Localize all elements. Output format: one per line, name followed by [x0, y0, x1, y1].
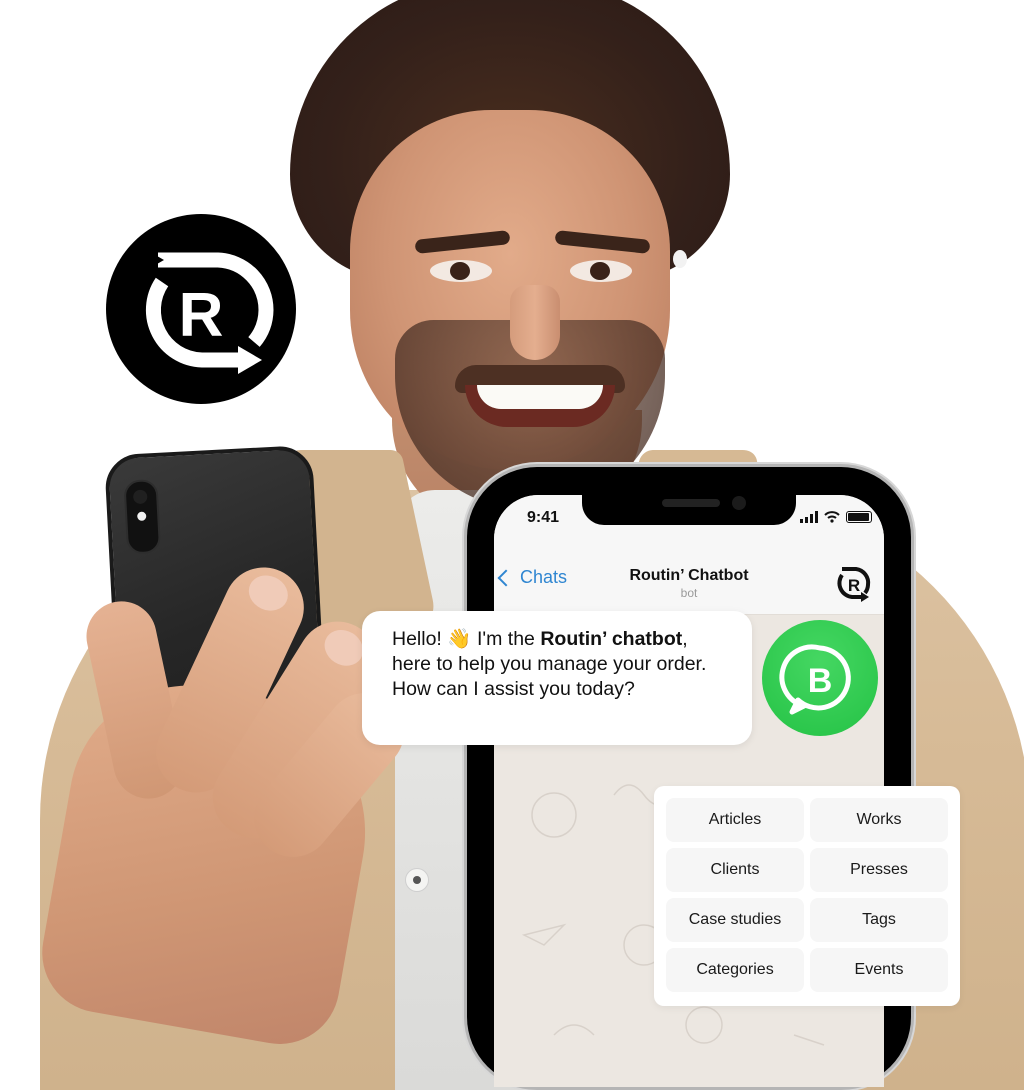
routin-logo-icon: R [106, 214, 296, 404]
front-camera [732, 496, 746, 510]
battery-icon [846, 511, 872, 523]
nose [510, 285, 560, 360]
routin-logo-icon[interactable]: R [832, 563, 874, 605]
status-bar: 9:41 [494, 495, 884, 545]
quick-reply-clients[interactable]: Clients [666, 848, 804, 892]
bot-message-bubble: Hello! 👋 I'm the Routin’ chatbot, here t… [362, 611, 752, 745]
quick-reply-categories[interactable]: Categories [666, 948, 804, 992]
message-line-3: How can I assist you today? [392, 678, 635, 700]
earbud [673, 250, 687, 268]
shirt-button [405, 868, 429, 892]
eyebrow-left [414, 230, 511, 254]
message-line-2: here to help you manage your order. [392, 653, 707, 675]
teeth [477, 385, 603, 409]
whatsapp-business-icon: B [762, 620, 878, 736]
chat-header: Chats Routin’ Chatbot bot R [494, 545, 884, 615]
status-time: 9:41 [527, 509, 560, 526]
waving-hand-icon: 👋 [447, 628, 472, 650]
message-greeting: Hello! [392, 628, 442, 650]
quick-reply-tags[interactable]: Tags [810, 898, 948, 942]
smile [465, 385, 615, 427]
eye-right [570, 260, 632, 282]
chat-subtitle: bot [680, 586, 698, 600]
speaker [662, 499, 720, 507]
chat-title: Routin’ Chatbot [629, 567, 749, 584]
quick-reply-presses[interactable]: Presses [810, 848, 948, 892]
person-head [290, 0, 730, 510]
face [350, 110, 687, 510]
quick-reply-case-studies[interactable]: Case studies [666, 898, 804, 942]
notch [582, 495, 796, 525]
quick-replies-panel: Articles Works Clients Presses Case stud… [654, 786, 960, 1006]
eye-left [430, 260, 492, 282]
camera-icon [123, 478, 162, 555]
bot-name: Routin’ chatbot [540, 628, 683, 650]
svg-text:B: B [808, 662, 833, 700]
svg-text:R: R [848, 576, 860, 595]
cellular-signal-icon [800, 511, 818, 523]
wifi-icon [824, 511, 840, 523]
quick-reply-articles[interactable]: Articles [666, 798, 804, 842]
eyebrow-right [554, 230, 651, 254]
status-icons [800, 511, 872, 523]
quick-reply-events[interactable]: Events [810, 948, 948, 992]
message-lead: I'm the [476, 628, 535, 650]
svg-text:R: R [179, 281, 224, 350]
quick-reply-works[interactable]: Works [810, 798, 948, 842]
